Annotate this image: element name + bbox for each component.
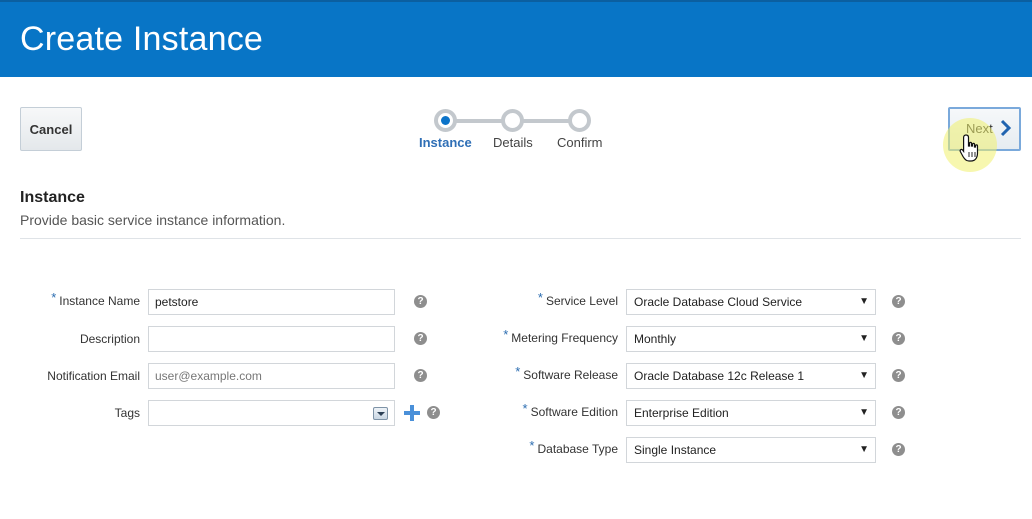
notification-email-input[interactable] bbox=[148, 363, 395, 389]
section-divider bbox=[20, 238, 1021, 239]
help-icon[interactable]: ? bbox=[414, 332, 427, 345]
service-level-select[interactable]: Oracle Database Cloud Service ▼ bbox=[626, 289, 876, 315]
train-label-details[interactable]: Details bbox=[493, 135, 533, 150]
page-title: Create Instance bbox=[20, 20, 264, 58]
chevron-down-icon: ▼ bbox=[859, 296, 869, 307]
instance-name-label: * Instance Name bbox=[51, 290, 140, 308]
required-marker: * bbox=[537, 290, 543, 305]
service-level-label: * Service Level bbox=[537, 290, 618, 308]
help-icon[interactable]: ? bbox=[892, 443, 905, 456]
instance-name-label-text: Instance Name bbox=[59, 294, 140, 308]
software-release-label-text: Software Release bbox=[523, 368, 618, 382]
required-marker: * bbox=[503, 327, 509, 342]
help-icon[interactable]: ? bbox=[892, 332, 905, 345]
software-release-label: * Software Release bbox=[515, 364, 618, 382]
chevron-down-icon: ▼ bbox=[859, 444, 869, 455]
page-header: Create Instance bbox=[0, 0, 1032, 77]
train-stop-details[interactable] bbox=[501, 109, 524, 132]
step-train: Instance Details Confirm bbox=[410, 108, 620, 153]
software-edition-label-text: Software Edition bbox=[530, 405, 618, 419]
help-icon[interactable]: ? bbox=[427, 406, 440, 419]
software-edition-label: * Software Edition bbox=[522, 401, 618, 419]
metering-frequency-label: * Metering Frequency bbox=[503, 327, 618, 345]
dropdown-button-icon[interactable] bbox=[373, 407, 388, 420]
required-marker: * bbox=[529, 438, 535, 453]
cancel-button[interactable]: Cancel bbox=[20, 107, 82, 151]
help-icon[interactable]: ? bbox=[892, 406, 905, 419]
train-label-instance[interactable]: Instance bbox=[419, 135, 472, 150]
description-label: Description bbox=[79, 332, 140, 346]
notification-email-label: Notification Email bbox=[47, 369, 140, 383]
database-type-label: * Database Type bbox=[529, 438, 618, 456]
metering-frequency-select[interactable]: Monthly ▼ bbox=[626, 326, 876, 352]
description-input[interactable] bbox=[148, 326, 395, 352]
help-icon[interactable]: ? bbox=[414, 295, 427, 308]
metering-frequency-label-text: Metering Frequency bbox=[511, 331, 618, 345]
help-icon[interactable]: ? bbox=[892, 295, 905, 308]
chevron-down-icon: ▼ bbox=[859, 333, 869, 344]
chevron-right-icon bbox=[1000, 119, 1012, 142]
required-marker: * bbox=[515, 364, 521, 379]
service-level-label-text: Service Level bbox=[545, 294, 618, 308]
next-button-label: Next bbox=[966, 121, 993, 136]
software-edition-select[interactable]: Enterprise Edition ▼ bbox=[626, 400, 876, 426]
required-marker: * bbox=[51, 290, 57, 305]
tags-label: Tags bbox=[114, 406, 140, 420]
help-icon[interactable]: ? bbox=[892, 369, 905, 382]
tags-select[interactable] bbox=[148, 400, 395, 426]
database-type-value: Single Instance bbox=[634, 443, 717, 457]
service-level-value: Oracle Database Cloud Service bbox=[634, 295, 803, 309]
software-release-value: Oracle Database 12c Release 1 bbox=[634, 369, 805, 383]
metering-frequency-value: Monthly bbox=[634, 332, 677, 346]
instance-name-input[interactable] bbox=[148, 289, 395, 315]
train-stop-instance[interactable] bbox=[434, 109, 457, 132]
chevron-down-icon: ▼ bbox=[859, 407, 869, 418]
section-description: Provide basic service instance informati… bbox=[20, 212, 286, 228]
software-release-select[interactable]: Oracle Database 12c Release 1 ▼ bbox=[626, 363, 876, 389]
next-button[interactable]: Next bbox=[948, 107, 1021, 151]
database-type-label-text: Database Type bbox=[537, 442, 618, 456]
software-edition-value: Enterprise Edition bbox=[634, 406, 729, 420]
section-title: Instance bbox=[20, 189, 85, 206]
database-type-select[interactable]: Single Instance ▼ bbox=[626, 437, 876, 463]
required-marker: * bbox=[522, 401, 528, 416]
plus-icon[interactable] bbox=[404, 405, 420, 426]
help-icon[interactable]: ? bbox=[414, 369, 427, 382]
train-label-confirm[interactable]: Confirm bbox=[557, 135, 603, 150]
chevron-down-icon: ▼ bbox=[859, 370, 869, 381]
train-stop-confirm[interactable] bbox=[568, 109, 591, 132]
